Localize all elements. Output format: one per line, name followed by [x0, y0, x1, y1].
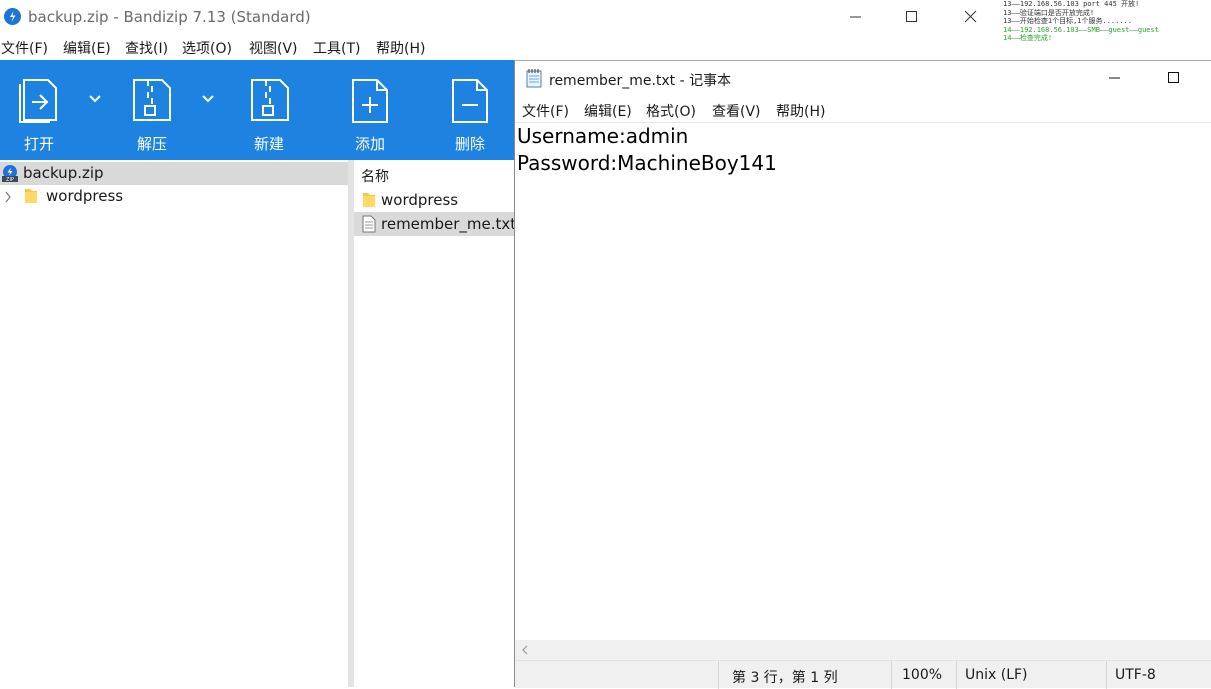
- status-cursor-position: 第 3 行，第 1 列: [718, 661, 891, 689]
- open-label: 打开: [24, 135, 55, 153]
- status-line-ending: Unix (LF): [956, 661, 1106, 689]
- notepad-menu-view[interactable]: 查看(V): [712, 101, 761, 121]
- menu-options[interactable]: 选项(O): [182, 38, 232, 58]
- svg-text:ZIP: ZIP: [6, 177, 14, 182]
- notepad-text-area[interactable]: Username:admin Password:MachineBoy141: [515, 122, 1211, 640]
- notepad-icon: [526, 69, 542, 88]
- status-zoom: 100%: [891, 661, 956, 689]
- list-item-wordpress[interactable]: wordpress: [354, 188, 514, 212]
- list-item-remember-me[interactable]: remember_me.txt: [354, 212, 517, 236]
- tree-wordpress-label: wordpress: [46, 187, 124, 205]
- open-dropdown-chevron-icon[interactable]: [89, 95, 101, 103]
- expand-chevron-icon[interactable]: [4, 191, 12, 203]
- folder-tree: ZIP backup.zip wordpress: [0, 160, 348, 687]
- console-output: 13——192.168.56.103 port 445 开放! 13——验证端口…: [1003, 0, 1211, 60]
- bandizip-window-title: backup.zip - Bandizip 7.13 (Standard): [28, 8, 311, 26]
- scroll-left-arrow-icon[interactable]: [521, 645, 529, 655]
- menu-find[interactable]: 查找(I): [125, 38, 168, 58]
- new-label: 新建: [254, 135, 285, 153]
- status-encoding: UTF-8: [1106, 661, 1211, 689]
- notepad-window: remember_me.txt - 记事本 文件(F) 编辑(E) 格式(O) …: [514, 60, 1211, 689]
- horizontal-scrollbar[interactable]: [515, 640, 1211, 660]
- console-line: 13——验证端口是否开放完成!: [1003, 8, 1095, 17]
- minimize-button[interactable]: [833, 0, 879, 34]
- console-line: 14——检查完成!: [1003, 34, 1053, 42]
- add-label: 添加: [355, 135, 386, 153]
- status-line-ending-text: Unix (LF): [965, 667, 1028, 683]
- open-button[interactable]: 打开: [0, 60, 80, 160]
- menu-tools[interactable]: 工具(T): [313, 38, 360, 58]
- delete-button[interactable]: 删除: [431, 60, 511, 160]
- maximize-button[interactable]: [889, 0, 935, 34]
- text-line-username: Username:admin: [517, 124, 689, 148]
- file-list: 名称 wordpress remember_me.txt: [354, 160, 517, 687]
- menu-file[interactable]: 文件(F): [1, 38, 48, 58]
- tree-root-label: backup.zip: [23, 164, 104, 182]
- notepad-maximize-button[interactable]: [1151, 61, 1197, 95]
- bandizip-menu-bar: 文件(F) 编辑(E) 查找(I) 选项(O) 视图(V) 工具(T) 帮助(H…: [0, 35, 1003, 59]
- text-line-password: Password:MachineBoy141: [517, 151, 777, 175]
- folder-icon: [25, 189, 37, 203]
- folder-icon: [363, 193, 375, 207]
- extract-label: 解压: [137, 135, 168, 153]
- bandizip-app-icon: [4, 8, 21, 25]
- extract-dropdown-chevron-icon[interactable]: [202, 95, 214, 103]
- delete-file-icon: [452, 79, 488, 123]
- new-archive-button[interactable]: 新建: [230, 60, 310, 160]
- menu-edit[interactable]: 编辑(E): [63, 38, 111, 58]
- console-line: 14——192.168.56.103——SMB——guest——guest: [1003, 25, 1159, 34]
- tree-item-archive-root[interactable]: ZIP backup.zip: [0, 162, 348, 185]
- notepad-menu-help[interactable]: 帮助(H): [776, 101, 825, 121]
- list-item-label: wordpress: [381, 191, 459, 209]
- notepad-menu-bar: 文件(F) 编辑(E) 格式(O) 查看(V) 帮助(H): [515, 98, 1211, 122]
- notepad-title-bar: remember_me.txt - 记事本: [515, 61, 1211, 95]
- status-encoding-text: UTF-8: [1115, 667, 1156, 683]
- bandizip-title-bar: backup.zip - Bandizip 7.13 (Standard): [0, 0, 1003, 34]
- list-item-label: remember_me.txt: [381, 215, 517, 233]
- open-icon: [19, 79, 57, 123]
- notepad-minimize-button[interactable]: [1092, 61, 1138, 95]
- notepad-menu-format[interactable]: 格式(O): [646, 101, 696, 121]
- tree-item-wordpress[interactable]: wordpress: [0, 185, 348, 208]
- add-button[interactable]: 添加: [331, 60, 411, 160]
- menu-help[interactable]: 帮助(H): [376, 38, 425, 58]
- notepad-status-bar: 第 3 行，第 1 列 100% Unix (LF) UTF-8: [515, 660, 1211, 689]
- text-file-icon: [362, 215, 376, 233]
- zip-archive-icon: ZIP: [2, 165, 18, 182]
- notepad-menu-edit[interactable]: 编辑(E): [584, 101, 632, 121]
- add-file-icon: [352, 79, 388, 123]
- status-position-text: 第 3 行，第 1 列: [732, 670, 838, 686]
- extract-zip-icon: [133, 79, 171, 121]
- delete-label: 删除: [455, 135, 486, 153]
- console-line: 13——开始检查1个目标,1个服务.......: [1003, 17, 1133, 25]
- notepad-menu-file[interactable]: 文件(F): [522, 101, 569, 121]
- extract-button[interactable]: 解压: [112, 60, 192, 160]
- console-line: 13——192.168.56.103 port 445 开放!: [1003, 0, 1140, 8]
- close-button[interactable]: [948, 0, 994, 34]
- notepad-window-title: remember_me.txt - 记事本: [549, 73, 732, 89]
- menu-view[interactable]: 视图(V): [249, 38, 298, 58]
- column-header-name[interactable]: 名称: [361, 166, 389, 186]
- status-zoom-text: 100%: [902, 667, 943, 683]
- new-archive-icon: [251, 79, 289, 121]
